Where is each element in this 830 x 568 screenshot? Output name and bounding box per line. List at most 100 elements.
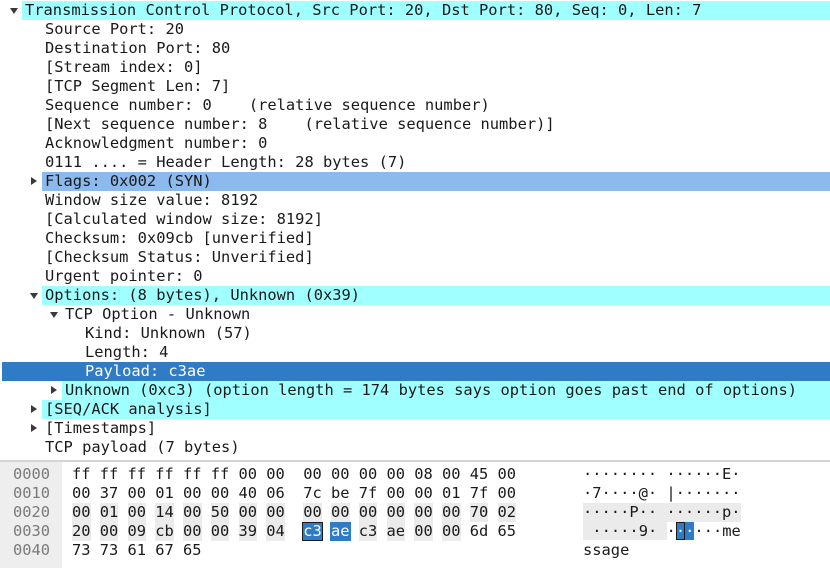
tree-row[interactable]: Urgent pointer: 0 [0, 267, 830, 286]
hex-byte[interactable]: 01 [442, 484, 461, 503]
hex-byte[interactable]: 65 [498, 522, 517, 541]
hex-byte[interactable]: 00 [331, 465, 350, 484]
tree-row[interactable]: Window size value: 8192 [0, 191, 830, 210]
hex-byte[interactable]: 00 [266, 503, 285, 522]
hex-byte[interactable]: 50 [210, 503, 230, 522]
hex-byte[interactable]: 14 [155, 503, 174, 522]
hex-byte[interactable]: 00 [498, 465, 517, 484]
hex-byte[interactable]: 20 [72, 522, 91, 541]
collapse-arrow-icon[interactable] [7, 1, 19, 20]
hex-byte[interactable]: c3 [302, 522, 323, 541]
hex-byte[interactable]: 00 [442, 522, 461, 541]
tree-row[interactable]: [Stream index: 0] [0, 58, 830, 77]
hex-byte[interactable]: 70 [469, 503, 489, 522]
hex-byte[interactable]: ff [211, 465, 230, 484]
hex-ascii[interactable]: ·····9· ······me [583, 522, 741, 541]
hex-byte[interactable]: ff [128, 465, 147, 484]
hex-byte[interactable]: 00 [442, 465, 461, 484]
tree-row[interactable]: Unknown (0xc3) (option length = 174 byte… [51, 381, 830, 400]
hex-byte[interactable]: 00 [498, 484, 517, 503]
hex-byte[interactable]: 06 [266, 484, 285, 503]
expand-arrow-icon[interactable] [27, 400, 39, 419]
hex-byte[interactable]: 40 [239, 484, 258, 503]
hex-byte[interactable]: ae [386, 522, 406, 541]
expand-arrow-icon[interactable] [47, 381, 59, 400]
hex-ascii[interactable]: ·7····@· |······· [583, 484, 741, 503]
tree-row[interactable]: [Calculated window size: 8192] [0, 210, 830, 229]
tree-row[interactable]: [SEQ/ACK analysis] [31, 400, 830, 419]
hex-byte[interactable]: 02 [497, 503, 517, 522]
hex-byte[interactable]: 09 [127, 522, 147, 541]
expand-arrow-icon[interactable] [27, 172, 39, 191]
hex-byte[interactable]: 00 [414, 503, 433, 522]
hex-byte[interactable]: 00 [359, 465, 378, 484]
tree-row[interactable]: 0111 .... = Header Length: 28 bytes (7) [0, 153, 830, 172]
tree-row[interactable]: Payload: c3ae [2, 362, 830, 381]
hex-byte[interactable]: 00 [183, 503, 202, 522]
hex-byte[interactable]: 37 [100, 484, 119, 503]
hex-byte[interactable]: 00 [303, 503, 322, 522]
tree-row[interactable]: [Next sequence number: 8 (relative seque… [0, 115, 830, 134]
collapse-arrow-icon[interactable] [47, 305, 59, 324]
tree-row[interactable]: [Checksum Status: Unverified] [0, 248, 830, 267]
tree-row[interactable]: Options: (8 bytes), Unknown (0x39) [30, 286, 830, 305]
hex-byte[interactable]: 00 [99, 522, 119, 541]
hex-byte[interactable]: 01 [99, 503, 119, 522]
hex-byte[interactable]: 73 [100, 541, 119, 560]
tree-row[interactable]: TCP payload (7 bytes) [0, 438, 830, 457]
hex-byte[interactable]: 00 [414, 484, 433, 503]
tree-row[interactable]: Kind: Unknown (57) [0, 324, 830, 343]
tree-row[interactable]: Length: 4 [0, 343, 830, 362]
tree-row[interactable]: [TCP Segment Len: 7] [0, 77, 830, 96]
hex-byte[interactable]: 45 [470, 465, 489, 484]
hex-byte[interactable]: 39 [238, 522, 258, 541]
tree-row[interactable]: Source Port: 20 [0, 20, 830, 39]
hex-byte[interactable]: c3 [358, 522, 378, 541]
hex-byte[interactable]: 00 [414, 522, 433, 541]
hex-byte[interactable]: ae [330, 522, 351, 541]
hex-byte[interactable]: 67 [155, 541, 174, 560]
tree-row[interactable]: Flags: 0x002 (SYN) [31, 172, 830, 191]
hex-ascii[interactable]: ssage [583, 541, 629, 560]
hex-byte[interactable]: 00 [442, 503, 461, 522]
hex-byte[interactable]: 00 [72, 503, 91, 522]
hex-byte[interactable]: 00 [266, 465, 285, 484]
hex-byte[interactable]: ff [183, 465, 202, 484]
tree-row[interactable]: Destination Port: 80 [0, 39, 830, 58]
hex-byte[interactable]: 00 [238, 503, 258, 522]
tree-row[interactable]: [Timestamps] [0, 419, 830, 438]
hex-byte[interactable]: 7c [303, 484, 322, 503]
tree-row[interactable]: Transmission Control Protocol, Src Port:… [10, 1, 830, 20]
hex-byte[interactable]: ff [155, 465, 174, 484]
tree-row[interactable]: Acknowledgment number: 0 [0, 134, 830, 153]
hex-byte[interactable]: 00 [303, 465, 322, 484]
packet-bytes-pane[interactable]: 0000 ff ff ff ff ff ff 00 00 00 00 00 00 08 00 45 00 ····… [0, 462, 830, 568]
hex-byte[interactable]: 00 [211, 484, 230, 503]
hex-byte[interactable]: 00 [387, 465, 406, 484]
tree-row[interactable]: Checksum: 0x09cb [unverified] [0, 229, 830, 248]
hex-byte[interactable]: 01 [155, 484, 174, 503]
hex-byte[interactable]: 65 [183, 541, 202, 560]
tree-row[interactable]: TCP Option - Unknown [0, 305, 830, 324]
hex-byte[interactable]: 00 [127, 503, 147, 522]
hex-byte[interactable]: 00 [386, 503, 406, 522]
collapse-arrow-icon[interactable] [27, 286, 39, 305]
hex-byte[interactable]: 00 [358, 503, 378, 522]
hex-byte[interactable]: 61 [128, 541, 147, 560]
hex-byte[interactable]: 00 [183, 522, 202, 541]
hex-byte[interactable]: 08 [414, 465, 433, 484]
hex-byte[interactable]: 00 [72, 484, 91, 503]
hex-byte[interactable]: 7f [359, 484, 378, 503]
hex-byte[interactable]: 04 [266, 522, 285, 541]
hex-byte[interactable]: 7f [470, 484, 489, 503]
tree-row[interactable]: Sequence number: 0 (relative sequence nu… [0, 96, 830, 115]
expand-arrow-icon[interactable] [27, 419, 39, 438]
packet-details-tree[interactable]: Transmission Control Protocol, Src Port:… [0, 0, 830, 460]
hex-byte[interactable]: 00 [331, 503, 350, 522]
hex-byte[interactable]: cb [155, 522, 174, 541]
hex-byte[interactable]: be [331, 484, 350, 503]
hex-byte[interactable]: 73 [72, 541, 91, 560]
hex-byte[interactable]: ff [100, 465, 119, 484]
hex-byte[interactable]: ff [72, 465, 91, 484]
hex-byte[interactable]: 00 [183, 484, 202, 503]
